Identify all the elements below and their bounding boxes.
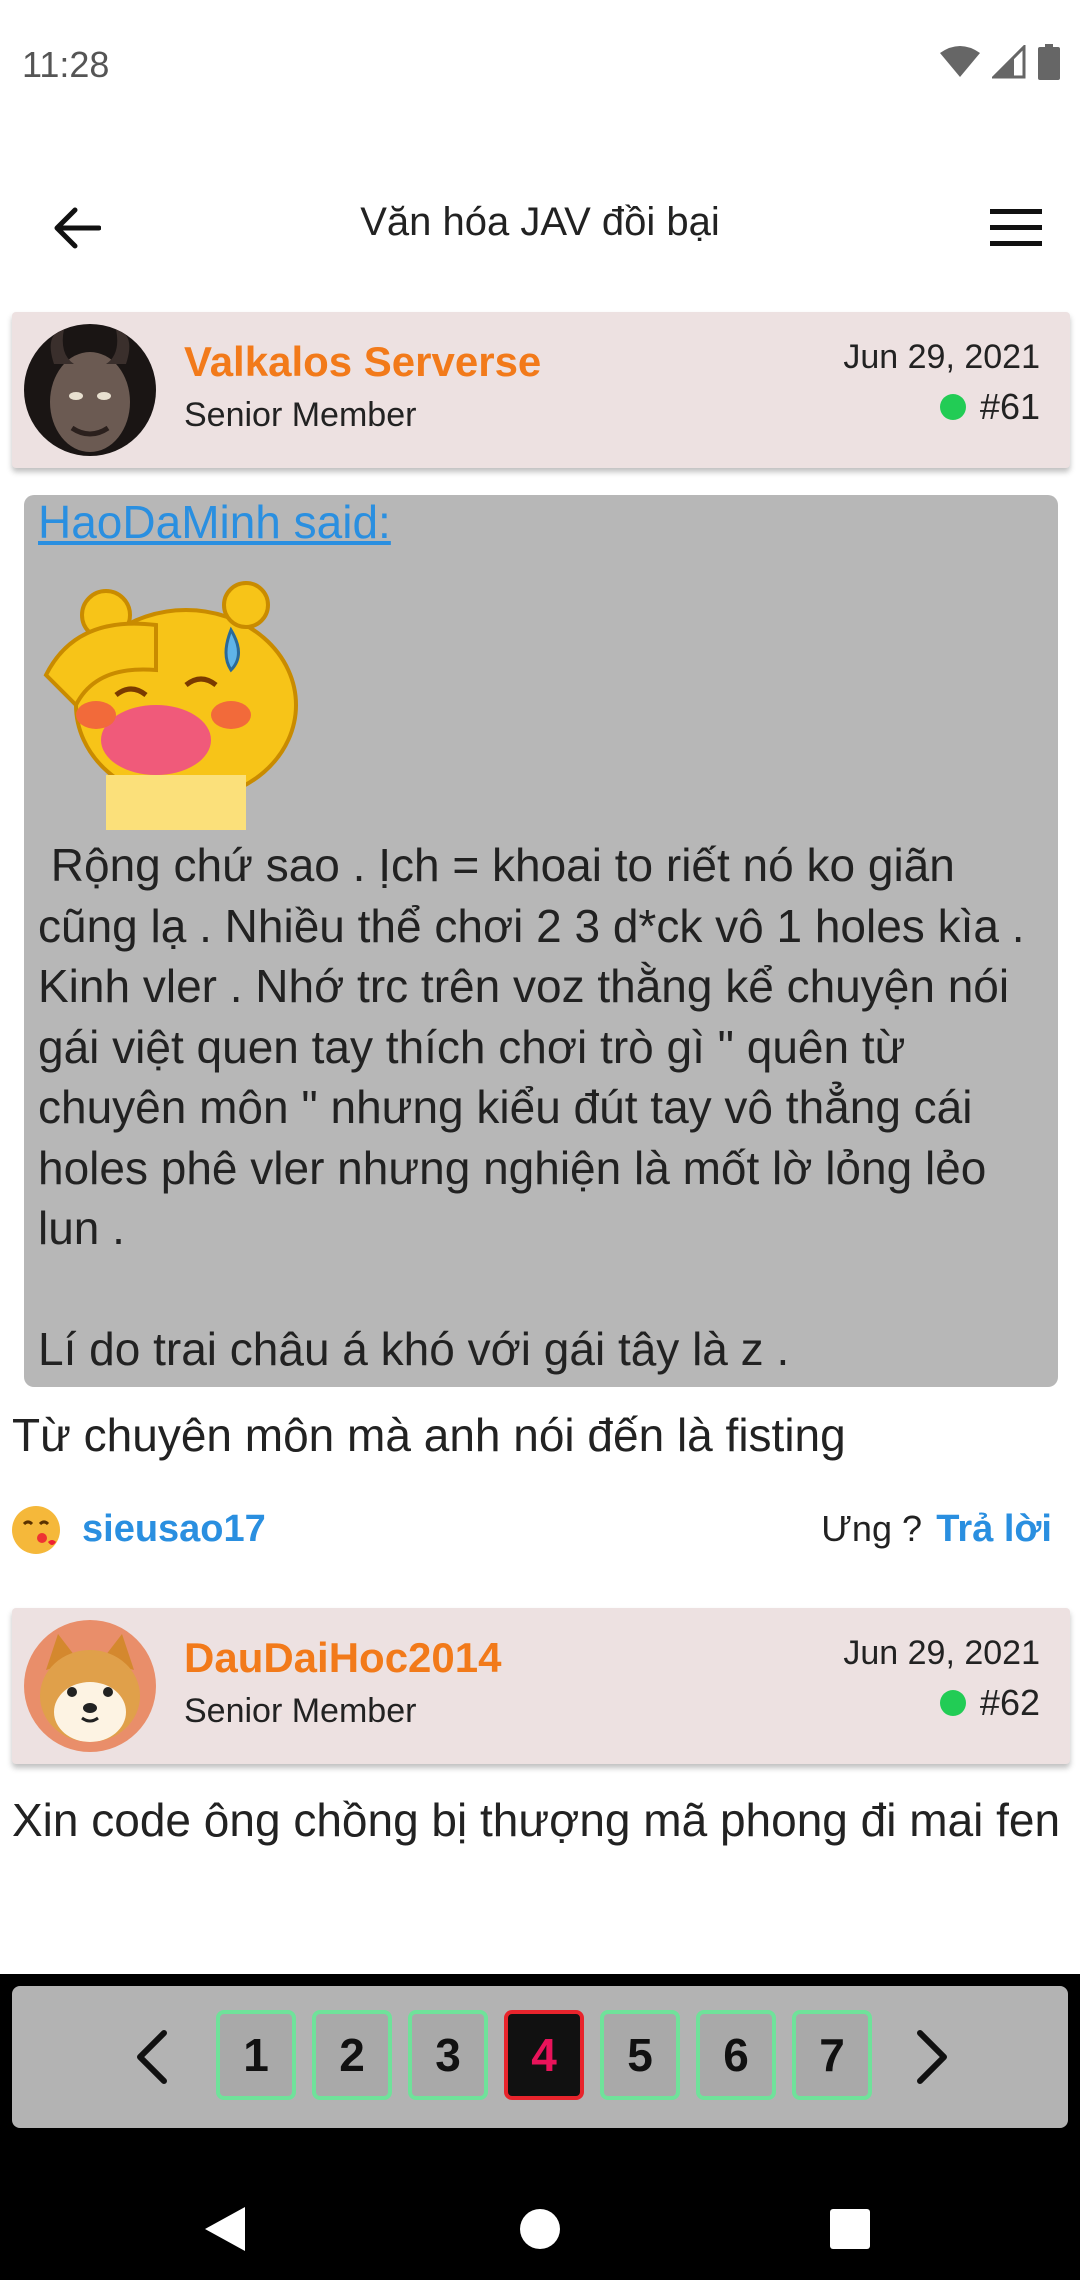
post-number-label: #61 <box>979 386 1040 427</box>
author-name[interactable]: DauDaiHoc2014 <box>184 1634 501 1682</box>
nav-back-button[interactable] <box>190 2194 260 2264</box>
quote-author-link[interactable]: HaoDaMinh said: <box>38 495 391 549</box>
post-number-label: #62 <box>979 1682 1040 1723</box>
quote-block: HaoDaMinh said: Rộng chứ sao . Ịch = kho… <box>24 495 1058 1387</box>
quote-text: Rộng chứ sao . Ịch = khoai to riết nó ko… <box>38 839 1025 1375</box>
status-bar: 11:28 <box>0 0 1080 130</box>
author-name[interactable]: Valkalos Serverse <box>184 338 541 386</box>
sweating-yellow-character-sticker <box>43 581 298 830</box>
app-bar: Văn hóa JAV đồi bại <box>0 170 1080 280</box>
status-time: 11:28 <box>22 44 110 85</box>
page-button-7[interactable]: 7 <box>792 2010 872 2100</box>
shiba-dog-avatar-icon <box>24 1620 156 1752</box>
online-status-dot <box>939 1690 966 1716</box>
hamburger-menu-icon <box>990 209 1042 246</box>
next-page-button[interactable] <box>892 2012 972 2102</box>
post-body: Xin code ông chồng bị thượng mã phong đi… <box>12 1794 1061 1846</box>
reactor-username[interactable]: sieusao17 <box>82 1508 266 1551</box>
page-button-6[interactable]: 6 <box>696 2010 776 2100</box>
post-date: Jun 29, 2021 <box>843 1634 1040 1672</box>
post-number[interactable]: #62 <box>939 1682 1040 1724</box>
triangle-back-icon <box>205 2207 245 2251</box>
pagination-bar: 1 2 3 4 5 6 7 <box>12 1986 1068 2128</box>
author-role: Senior Member <box>184 396 417 434</box>
post-number[interactable]: #61 <box>939 386 1040 428</box>
nav-home-button[interactable] <box>505 2194 575 2264</box>
page-button-3[interactable]: 3 <box>408 2010 488 2100</box>
chevron-right-icon <box>917 2030 947 2084</box>
wifi-icon <box>940 46 980 77</box>
avatar[interactable] <box>24 1620 156 1752</box>
post-body: Từ chuyên môn mà anh nói đến là fisting <box>12 1409 846 1461</box>
circle-home-icon <box>520 2209 560 2249</box>
system-navigation-bar <box>0 2180 1080 2280</box>
reply-button[interactable]: Trả lời <box>936 1508 1052 1551</box>
page-button-2[interactable]: 2 <box>312 2010 392 2100</box>
demon-avatar-icon <box>24 324 156 456</box>
status-icons <box>940 44 1060 80</box>
like-button[interactable]: Ưng ? <box>821 1508 922 1550</box>
post-header: DauDaiHoc2014 Senior Member Jun 29, 2021… <box>12 1608 1070 1764</box>
nav-recents-button[interactable] <box>815 2194 885 2264</box>
online-status-dot <box>939 394 966 420</box>
chevron-left-icon <box>137 2030 167 2084</box>
post-header: Valkalos Serverse Senior Member Jun 29, … <box>12 312 1070 468</box>
square-recents-icon <box>830 2209 870 2249</box>
page-button-1[interactable]: 1 <box>216 2010 296 2100</box>
signal-icon <box>992 45 1026 79</box>
author-role: Senior Member <box>184 1692 417 1730</box>
kiss-face-emoji-icon <box>12 1506 60 1554</box>
page-title: Văn hóa JAV đồi bại <box>360 200 720 244</box>
post-date: Jun 29, 2021 <box>843 338 1040 376</box>
avatar[interactable] <box>24 324 156 456</box>
battery-icon <box>1038 44 1060 80</box>
reaction-row: sieusao17 Ưng ? Trả lời <box>12 1500 1052 1560</box>
menu-button[interactable] <box>980 192 1052 264</box>
sticker-image <box>36 575 326 830</box>
previous-page-button[interactable] <box>112 2012 192 2102</box>
kiss-face-icon <box>13 1507 59 1553</box>
page-button-4-current[interactable]: 4 <box>504 2010 584 2100</box>
page-button-5[interactable]: 5 <box>600 2010 680 2100</box>
